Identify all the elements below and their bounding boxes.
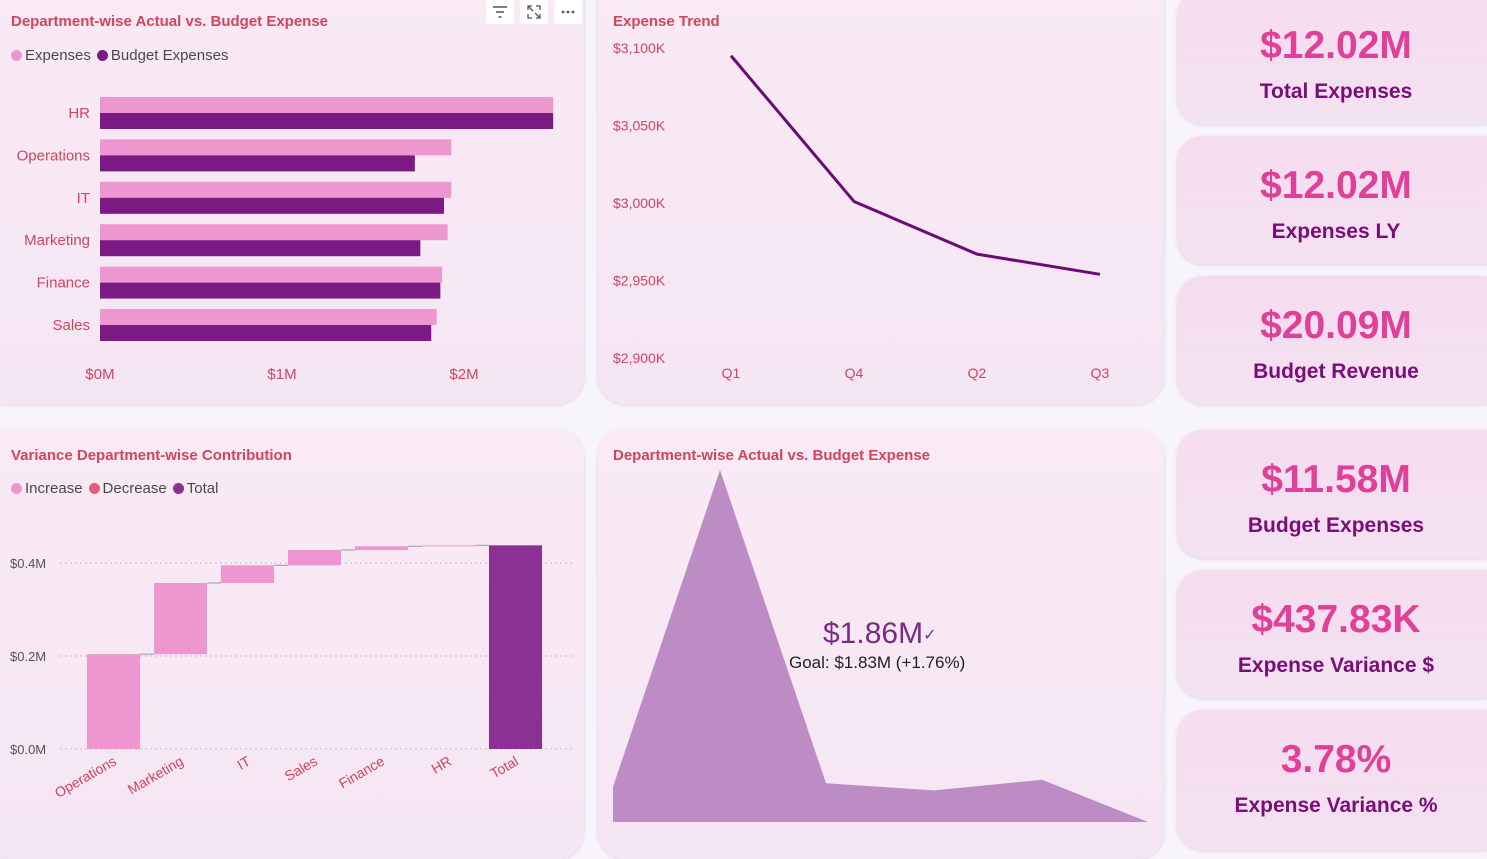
kpi-card-expense-variance-percent[interactable]: 3.78% Expense Variance % [1177, 710, 1487, 850]
kpi-label: Budget Revenue [1253, 360, 1419, 383]
kpi-label: Expense Variance % [1234, 794, 1438, 817]
kpi-value: $12.02M [1260, 164, 1412, 207]
kpi-card-budget-revenue[interactable]: $20.09M Budget Revenue [1177, 276, 1487, 404]
area-kpi-goal: Goal: $1.83M (+1.76%) [789, 653, 966, 672]
area-chart [613, 470, 1148, 822]
area-kpi-value: $1.86M✓ [823, 617, 936, 651]
kpi-card-budget-expenses[interactable]: $11.58M Budget Expenses [1177, 430, 1487, 558]
kpi-value: $11.58M [1261, 458, 1411, 501]
checkmark-icon: ✓ [923, 627, 937, 645]
kpi-label: Expenses LY [1271, 220, 1401, 243]
kpi-value: $12.02M [1260, 24, 1412, 67]
kpi-card-total-expenses[interactable]: $12.02M Total Expenses [1177, 0, 1487, 124]
kpi-value: 3.78% [1280, 738, 1392, 781]
kpi-value: $437.83K [1251, 598, 1421, 641]
kpi-card-expense-variance-dollar[interactable]: $437.83K Expense Variance $ [1177, 570, 1487, 698]
kpi-card-expenses-ly[interactable]: $12.02M Expenses LY [1177, 136, 1487, 264]
kpi-value: $20.09M [1260, 304, 1412, 347]
kpi-label: Budget Expenses [1247, 514, 1425, 537]
kpi-value-text: $1.86M [823, 617, 924, 650]
kpi-label: Total Expenses [1259, 80, 1413, 103]
kpi-label: Expense Variance $ [1237, 654, 1435, 677]
